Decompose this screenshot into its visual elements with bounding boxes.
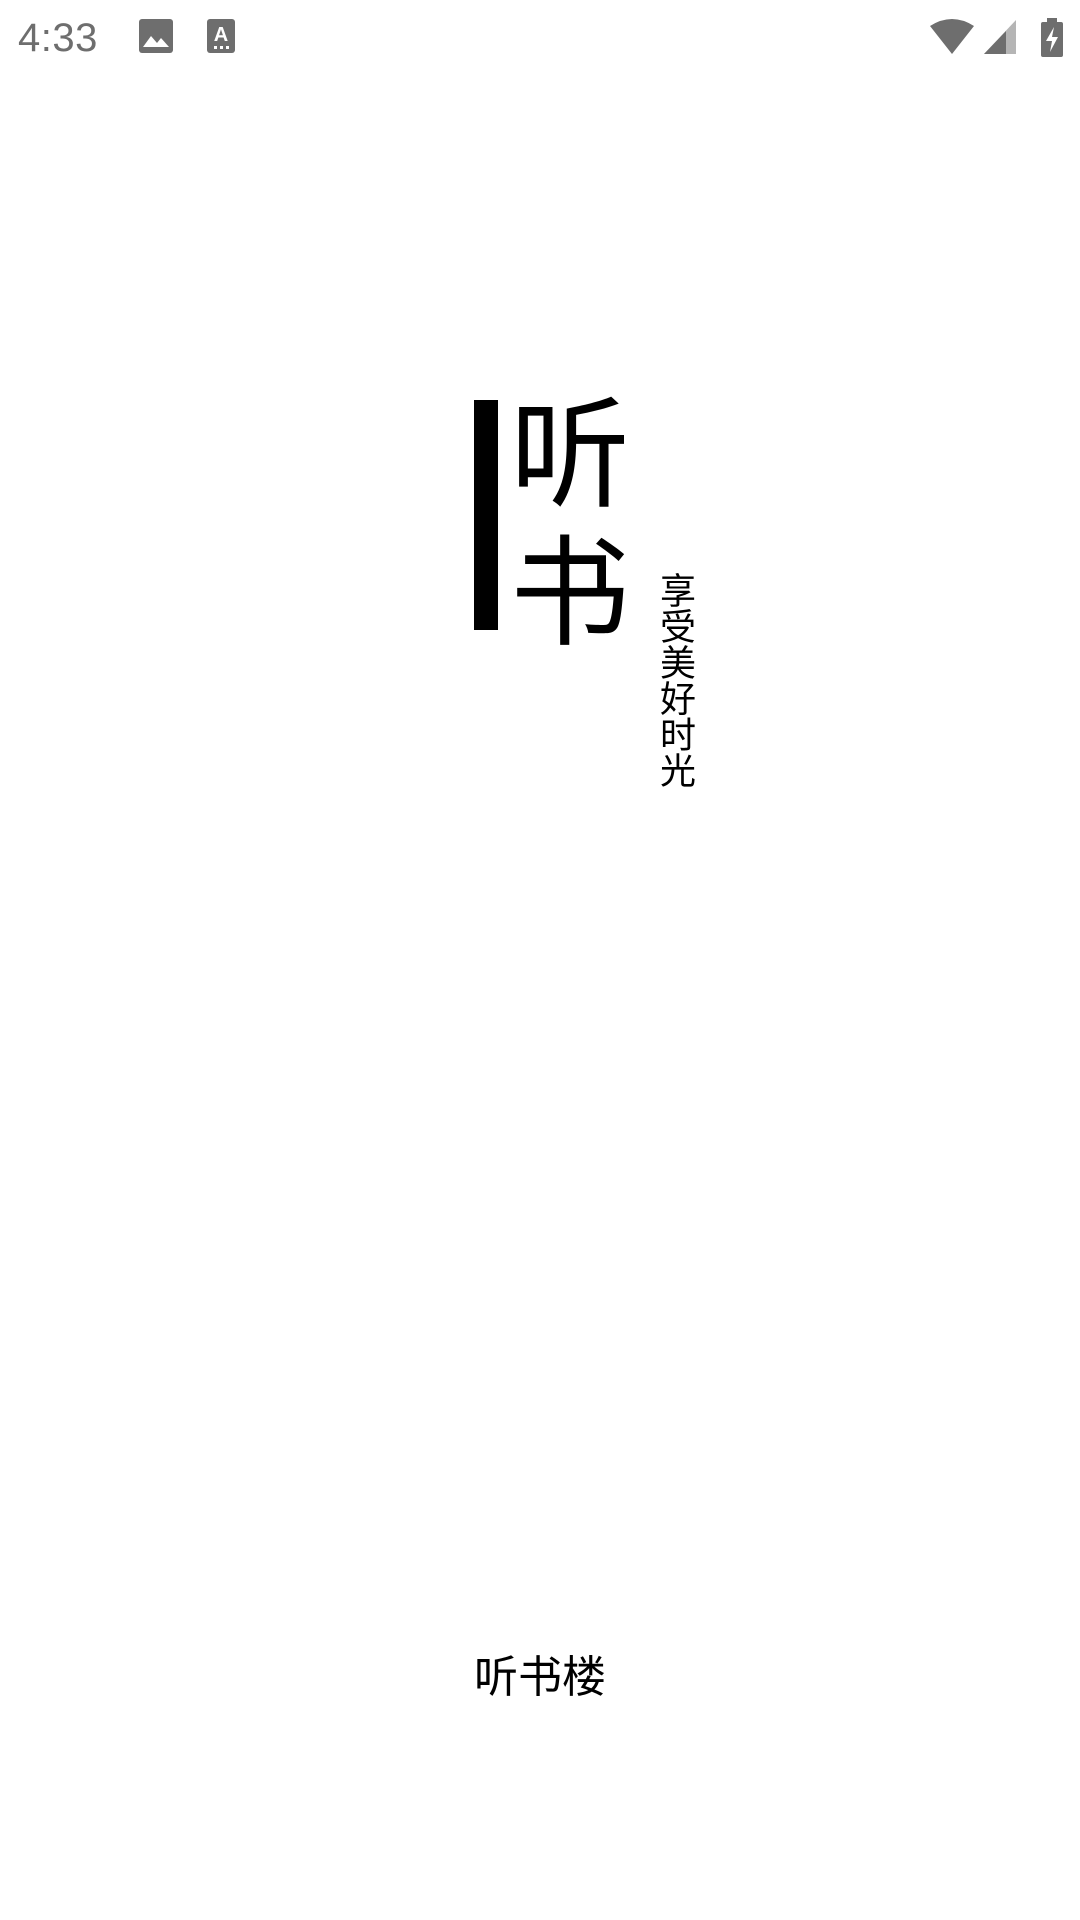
signal-icon xyxy=(982,18,1018,58)
wifi-icon xyxy=(928,18,976,58)
app-name: 听书楼 xyxy=(474,1652,606,1703)
battery-charging-icon xyxy=(1040,18,1064,58)
image-notification-icon xyxy=(138,18,174,58)
status-bar: 4:33 A xyxy=(0,0,1080,76)
logo-bar xyxy=(474,400,498,630)
font-notification-icon: A xyxy=(206,18,236,58)
svg-text:A: A xyxy=(214,24,228,46)
logo-char-listen: 听 xyxy=(510,387,630,526)
status-time: 4:33 xyxy=(18,16,98,60)
logo-char-book: 书 xyxy=(510,525,630,664)
slogan: 享受美好时光 xyxy=(654,572,695,788)
